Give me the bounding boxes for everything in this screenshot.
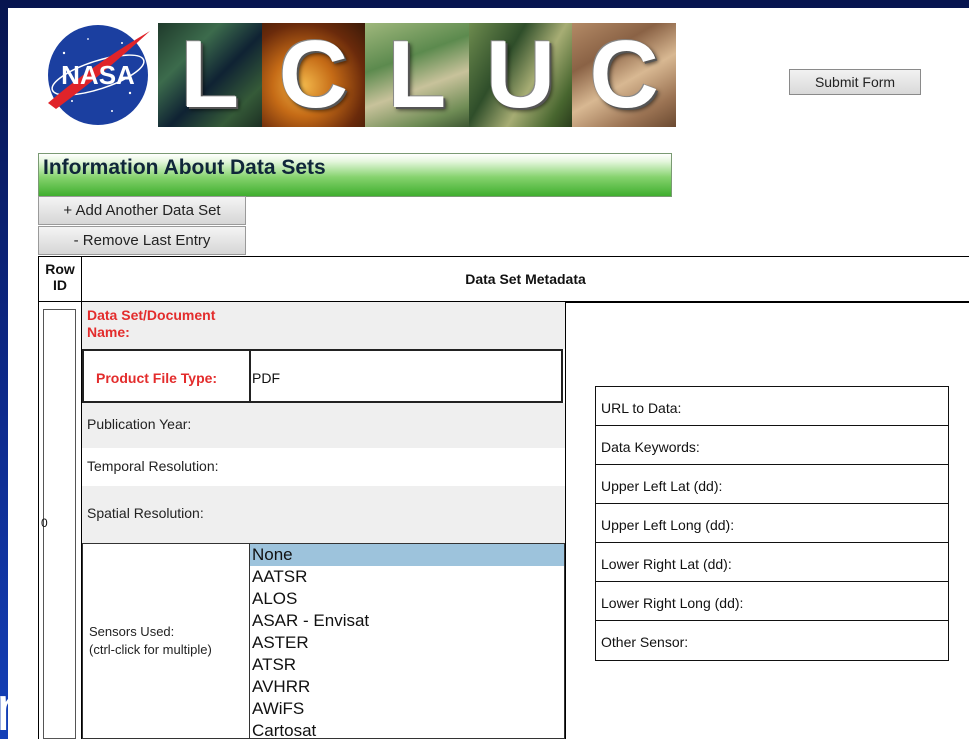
sensor-option[interactable]: AVHRR [250,676,564,698]
banner-letter: L [387,23,447,127]
banner-tile: L [365,23,469,127]
file-type-label: Product File Type: [96,370,218,386]
row-id-value: 0 [41,516,48,530]
sensor-option[interactable]: ALOS [250,588,564,610]
data-set-name-label: Data Set/Document Name: [87,307,216,340]
sensors-label: Sensors Used: (ctrl-click for multiple) [89,623,212,659]
banner-letter: L [180,23,240,127]
banner-tile: U [468,23,573,127]
file-type-select[interactable]: PDF [249,349,563,403]
url-to-data-field[interactable]: URL to Data: [596,387,948,426]
sensors-label-title: Sensors Used: [89,624,175,639]
section-header: Information About Data Sets [38,153,672,197]
banner-tile: C [261,23,366,127]
additional-fields-table: URL to Data: Data Keywords: Upper Left L… [595,386,949,661]
lower-right-lat-field[interactable]: Lower Right Lat (dd): [596,543,948,582]
banner-letter: U [485,23,556,127]
banner-letter: C [278,23,349,127]
name-row[interactable]: Data Set/Document Name: [82,302,565,349]
nasa-logo-text: NASA [61,60,135,90]
sensor-option[interactable]: ASTER [250,632,564,654]
remove-last-entry-button[interactable]: - Remove Last Entry [38,226,246,255]
submit-form-button[interactable]: Submit Form [789,69,921,95]
sensor-option[interactable]: ATSR [250,654,564,676]
form-page: NASA L C L U C Submit Form Information A… [8,8,969,739]
sensors-label-hint: (ctrl-click for multiple) [89,642,212,657]
banner-tile: C [572,23,676,127]
metadata-header: Data Set Metadata [465,271,586,287]
sensor-option[interactable]: Cartosat [250,720,564,738]
publication-year-row[interactable]: Publication Year: [82,403,565,448]
add-data-set-button[interactable]: + Add Another Data Set [38,196,246,225]
section-title: Information About Data Sets [43,156,326,179]
row-id-header: Row ID [38,257,82,301]
lower-right-long-field[interactable]: Lower Right Long (dd): [596,582,948,621]
sensor-option[interactable]: AATSR [250,566,564,588]
other-sensor-field[interactable]: Other Sensor: [596,621,948,660]
upper-left-lat-field[interactable]: Upper Left Lat (dd): [596,465,948,504]
upper-left-long-field[interactable]: Upper Left Long (dd): [596,504,948,543]
sensors-label-cell: Sensors Used: (ctrl-click for multiple) [82,543,250,739]
temporal-resolution-row[interactable]: Temporal Resolution: [82,448,565,486]
banner-letter: C [589,23,659,127]
sensors-multiselect[interactable]: None AATSR ALOS ASAR - Envisat ASTER ATS… [249,543,565,739]
banner-tile: L [158,23,262,127]
nasa-logo-icon: NASA [48,25,150,125]
sensor-option[interactable]: ASAR - Envisat [250,610,564,632]
data-keywords-field[interactable]: Data Keywords: [596,426,948,465]
file-type-label-cell: Product File Type: [82,349,250,403]
sensor-option-selected[interactable]: None [250,544,564,566]
publication-year-label: Publication Year: [87,416,192,432]
spatial-resolution-row[interactable]: Spatial Resolution: [82,486,565,543]
temporal-resolution-label: Temporal Resolution: [87,458,219,474]
lcluc-banner: L C L U C [158,23,676,127]
sensor-option[interactable]: AWiFS [250,698,564,720]
spatial-resolution-label: Spatial Resolution: [87,505,204,521]
